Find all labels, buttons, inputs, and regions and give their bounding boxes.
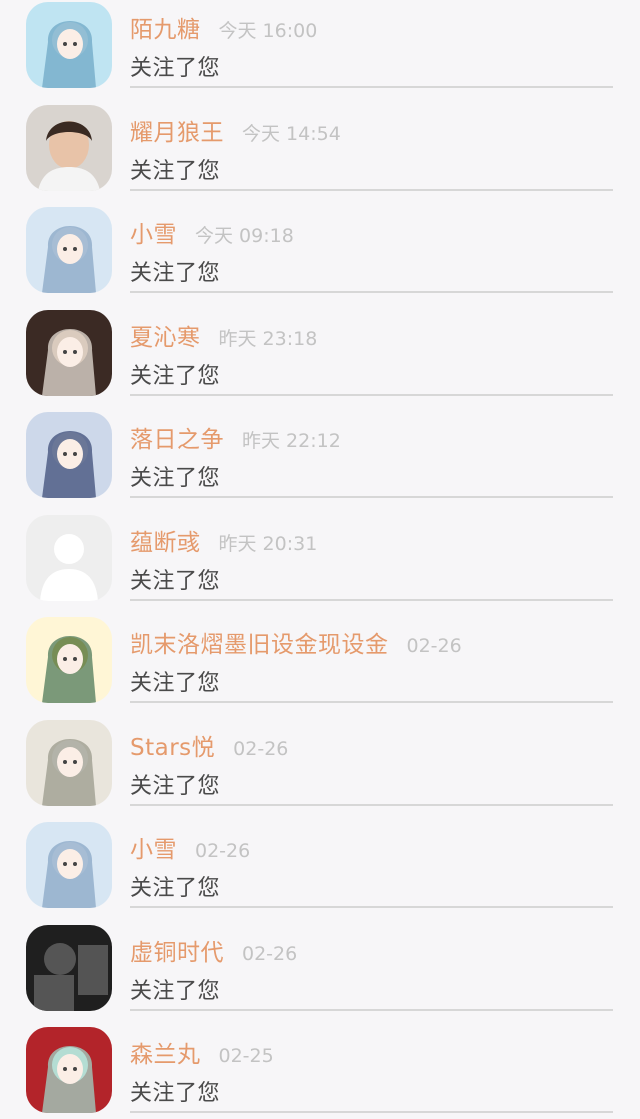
action-text: 关注了您 [130, 1081, 221, 1106]
name-line: 夏沁寒 昨天 23:18 [130, 318, 317, 352]
action-text: 关注了您 [130, 56, 221, 81]
user-name[interactable]: 陌九糖 [130, 10, 201, 44]
timestamp: 今天 16:00 [218, 20, 318, 42]
action-text: 关注了您 [130, 158, 221, 184]
user-name[interactable]: 耀月狼王 [130, 113, 224, 147]
anime-girl-white-hair-icon [26, 822, 112, 908]
anime-boy-green-hat-icon [26, 617, 112, 703]
action-text: 关注了您 [130, 876, 221, 901]
avatar[interactable] [26, 1027, 112, 1113]
dark-photo-icon [26, 924, 112, 1011]
anime-girl-red-bg-icon [26, 1027, 112, 1113]
action-text: 关注了您 [130, 773, 221, 799]
action-text: 关注了您 [130, 363, 221, 389]
action-text: 关注了您 [130, 466, 221, 491]
name-line: Stars悦 02-26 [130, 728, 288, 762]
list-item[interactable]: Stars悦 02-26 关注了您 [0, 710, 640, 812]
avatar[interactable] [26, 719, 112, 806]
list-item[interactable]: 蕴断彧 昨天 20:31 关注了您 [0, 505, 640, 607]
name-line: 落日之争 昨天 22:12 [130, 420, 341, 454]
list-item[interactable]: 凯末洛熠墨旧设金现设金 02-26 关注了您 [0, 607, 640, 709]
list-item[interactable]: 森兰丸 02-25 关注了您 [0, 1017, 640, 1119]
timestamp: 02-26 [233, 737, 289, 760]
divider [130, 803, 613, 806]
avatar[interactable] [26, 822, 112, 908]
user-name[interactable]: 森兰丸 [130, 1035, 201, 1069]
name-line: 陌九糖 今天 16:00 [130, 10, 317, 44]
list-item[interactable]: 陌九糖 今天 16:00 关注了您 [0, 0, 640, 94]
timestamp: 今天 09:18 [195, 225, 294, 247]
timestamp: 昨天 22:12 [242, 430, 341, 452]
divider [130, 598, 613, 601]
timestamp: 02-26 [195, 840, 251, 862]
divider [130, 86, 613, 88]
name-line: 森兰丸 02-25 [130, 1035, 274, 1069]
default-user-silhouette-icon [26, 514, 112, 601]
name-line: 虚铜时代 02-26 [130, 933, 297, 967]
divider [130, 906, 613, 908]
list-item[interactable]: 小雪 今天 09:18 关注了您 [0, 197, 640, 299]
timestamp: 02-26 [242, 942, 298, 965]
user-name[interactable]: 落日之争 [130, 420, 224, 454]
name-line: 蕴断彧 昨天 20:31 [130, 523, 317, 557]
timestamp: 昨天 23:18 [218, 327, 318, 350]
avatar[interactable] [26, 104, 112, 191]
avatar[interactable] [26, 207, 112, 293]
action-text: 关注了您 [130, 568, 221, 594]
name-line: 小雪 02-26 [130, 830, 250, 864]
user-name[interactable]: Stars悦 [130, 728, 215, 762]
divider [130, 1008, 613, 1011]
user-name[interactable]: 小雪 [130, 830, 177, 864]
timestamp: 02-25 [218, 1045, 274, 1067]
anime-girl-blue-icon [26, 412, 112, 498]
avatar[interactable] [26, 309, 112, 396]
timestamp: 02-26 [406, 635, 462, 657]
action-text: 关注了您 [130, 261, 221, 286]
divider [130, 188, 613, 191]
avatar[interactable] [26, 514, 112, 601]
list-item[interactable]: 虚铜时代 02-26 关注了您 [0, 915, 640, 1017]
boy-portrait-icon [26, 104, 112, 191]
anime-girl-silver-hair-icon [26, 719, 112, 806]
divider [130, 701, 613, 703]
action-text: 关注了您 [130, 671, 221, 696]
action-text: 关注了您 [130, 978, 221, 1004]
user-name[interactable]: 凯末洛熠墨旧设金现设金 [130, 625, 389, 659]
user-name[interactable]: 虚铜时代 [130, 933, 224, 967]
name-line: 凯末洛熠墨旧设金现设金 02-26 [130, 625, 462, 659]
name-line: 耀月狼王 今天 14:54 [130, 113, 341, 147]
divider [130, 496, 613, 498]
user-name[interactable]: 蕴断彧 [130, 523, 201, 557]
timestamp: 昨天 20:31 [218, 532, 318, 555]
avatar[interactable] [26, 2, 112, 88]
user-name[interactable]: 夏沁寒 [130, 318, 201, 352]
anime-girl-flowers-icon [26, 309, 112, 396]
avatar[interactable] [26, 617, 112, 703]
list-item[interactable]: 耀月狼王 今天 14:54 关注了您 [0, 95, 640, 197]
list-item[interactable]: 夏沁寒 昨天 23:18 关注了您 [0, 300, 640, 402]
divider [130, 1111, 613, 1113]
anime-girl-white-hair-icon [26, 207, 112, 293]
user-name[interactable]: 小雪 [130, 215, 177, 249]
avatar[interactable] [26, 924, 112, 1011]
divider [130, 291, 613, 293]
anime-girl-moon-icon [26, 2, 112, 88]
list-item[interactable]: 落日之争 昨天 22:12 关注了您 [0, 402, 640, 504]
name-line: 小雪 今天 09:18 [130, 215, 294, 249]
timestamp: 今天 14:54 [242, 122, 341, 145]
divider [130, 393, 613, 396]
follower-notification-list: 陌九糖 今天 16:00 关注了您 耀月狼王 今天 14:54 关注了您 小雪 … [0, 0, 640, 1119]
avatar[interactable] [26, 412, 112, 498]
list-item[interactable]: 小雪 02-26 关注了您 [0, 812, 640, 914]
